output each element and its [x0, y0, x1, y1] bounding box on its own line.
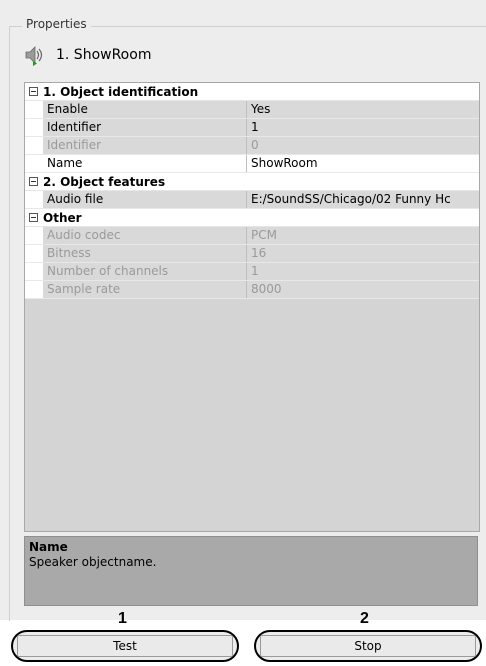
property-row-audio-file[interactable]: Audio file E:/SoundSS/Chicago/02 Funny H… [25, 191, 479, 209]
property-row-enable[interactable]: Enable Yes [25, 101, 479, 119]
category-object-identification[interactable]: 1. Object identification [25, 83, 479, 101]
object-header: 1. ShowRoom [24, 44, 151, 66]
properties-legend: Properties [22, 17, 91, 31]
property-row-identifier-readonly: Identifier 0 [25, 137, 479, 155]
category-object-features[interactable]: 2. Object features [25, 173, 479, 191]
description-title: Name [29, 540, 68, 554]
property-grid[interactable]: 1. Object identification Enable Yes Iden… [24, 82, 480, 532]
stop-button[interactable]: Stop [254, 630, 482, 662]
property-row-audio-codec: Audio codec PCM [25, 227, 479, 245]
property-row-name[interactable]: Name ShowRoom [25, 155, 479, 173]
category-other[interactable]: Other [25, 209, 479, 227]
property-row-identifier[interactable]: Identifier 1 [25, 119, 479, 137]
description-pane: Name Speaker objectname. [24, 536, 478, 606]
callout-2: 2 [360, 610, 369, 627]
collapse-icon[interactable] [29, 177, 38, 186]
property-row-channels: Number of channels 1 [25, 263, 479, 281]
collapse-icon[interactable] [29, 213, 38, 222]
description-text: Speaker objectname. [29, 555, 157, 569]
speaker-icon [24, 44, 48, 66]
test-button[interactable]: Test [11, 630, 239, 662]
property-row-sample-rate: Sample rate 8000 [25, 281, 479, 299]
collapse-icon[interactable] [29, 87, 38, 96]
callout-1: 1 [118, 610, 127, 627]
property-row-bitness: Bitness 16 [25, 245, 479, 263]
object-title: 1. ShowRoom [56, 47, 152, 63]
